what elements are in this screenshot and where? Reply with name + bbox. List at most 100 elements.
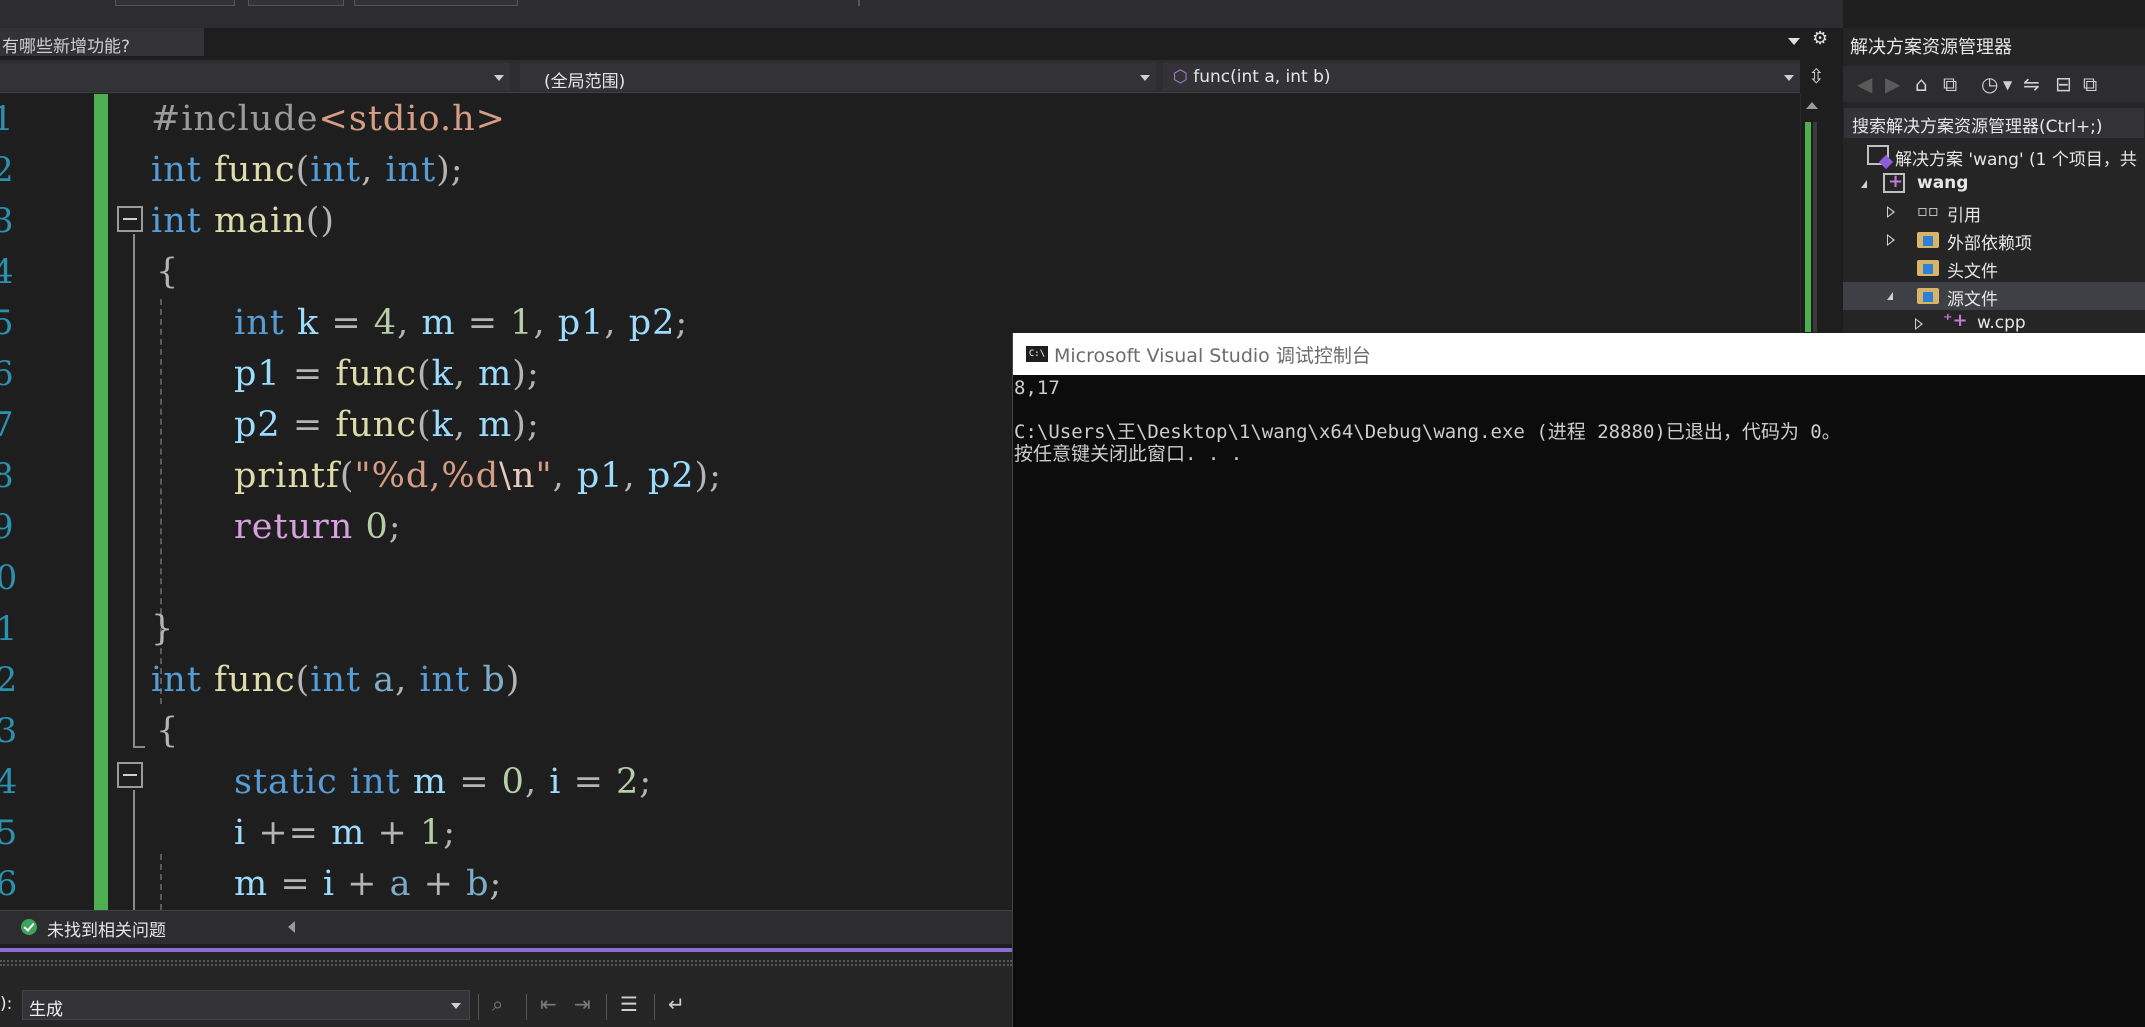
word-wrap-icon[interactable]: ↵ (668, 992, 685, 1016)
back-icon[interactable]: ◀ (1857, 72, 1872, 96)
solution-explorer-toolbar: ◀ ▶ ⌂ ⧉ ◷ ▼ ⇋ ⊟ ⧉ (1843, 66, 2145, 102)
code-token: ( (416, 405, 432, 445)
code-line[interactable]: { (156, 706, 179, 757)
chevron-down-icon[interactable] (1788, 38, 1800, 45)
code-token: ) (505, 660, 521, 700)
collapse-icon[interactable] (117, 762, 143, 788)
code-token: m (331, 813, 366, 853)
toolbar-button[interactable] (248, 0, 344, 6)
console-title-bar[interactable]: C:\ Microsoft Visual Studio 调试控制台 (1013, 333, 2145, 375)
collapse-icon[interactable] (117, 206, 143, 232)
switch-views-icon[interactable]: ⧉ (1943, 72, 1957, 96)
tree-item-label: 头文件 (1947, 262, 1998, 282)
scroll-up-icon[interactable] (1806, 102, 1818, 109)
code-token: func (213, 150, 296, 190)
expand-icon[interactable] (1887, 292, 1893, 300)
code-token: + (347, 864, 378, 904)
code-token: 0 (501, 762, 525, 802)
code-token: b (466, 864, 490, 904)
project-dropdown[interactable] (0, 63, 510, 91)
show-all-files-icon[interactable]: ⧉ (2083, 72, 2097, 96)
cpp-file-icon: ⁺+ (1943, 310, 1968, 331)
line-number: 3 (0, 201, 14, 241)
expand-icon[interactable] (1915, 318, 1923, 330)
tree-item-external-deps[interactable]: 外部依赖项 (1843, 226, 2145, 254)
expand-icon[interactable] (1861, 180, 1867, 188)
code-token: , (453, 405, 466, 445)
collapse-all-icon[interactable]: ⊟ (2055, 72, 2072, 96)
toolbar-button[interactable] (354, 0, 518, 6)
code-token: " (535, 456, 553, 496)
code-line[interactable]: int func(int, int); (151, 145, 464, 196)
code-token: 0 (365, 507, 389, 547)
code-line[interactable]: int k = 4, m = 1, p1, p2; (234, 298, 688, 349)
issues-status[interactable]: 未找到相关问题 (47, 916, 166, 941)
tree-item-header-files[interactable]: 头文件 (1843, 254, 2145, 282)
panel-grip[interactable] (0, 960, 1012, 966)
console-title: Microsoft Visual Studio 调试控制台 (1054, 345, 1371, 367)
split-window-icon[interactable]: ⇳ (1808, 64, 1825, 88)
code-token: int (151, 660, 202, 700)
tree-item-source-files[interactable]: 源文件 (1843, 282, 2145, 310)
code-line[interactable]: i += m + 1; (234, 808, 456, 859)
whats-new-search[interactable]: 有哪些新增功能? (0, 28, 204, 56)
line-number-gutter: 1 2 3 4 5 6 7 8 9 10 11 12 13 14 15 16 (0, 94, 60, 910)
output-source-value: 生成 (29, 1000, 63, 1020)
scroll-left-icon[interactable] (288, 921, 295, 933)
code-line[interactable]: p1 = func(k, m); (234, 349, 540, 400)
code-token: int (151, 150, 202, 190)
sync-icon[interactable]: ⇋ (2023, 72, 2040, 96)
code-token: int (349, 762, 401, 802)
clear-all-icon[interactable]: ☰ (620, 992, 638, 1016)
code-token: m (234, 864, 269, 904)
tree-item-file[interactable]: ⁺+ w.cpp (1843, 310, 2145, 333)
home-icon[interactable]: ⌂ (1915, 72, 1928, 96)
line-number: 4 (0, 252, 14, 292)
expand-icon[interactable] (1887, 206, 1895, 218)
code-line[interactable]: static int m = 0, i = 2; (234, 757, 652, 808)
scrollbar-thumb[interactable] (1813, 122, 1817, 332)
code-line[interactable]: } (151, 604, 174, 655)
code-line[interactable]: int func(int a, int b) (151, 655, 520, 706)
tree-item-solution[interactable]: 解决方案 'wang' (1 个项目，共 (1843, 142, 2145, 170)
output-source-select[interactable]: 生成 (22, 990, 470, 1020)
code-token: = (280, 864, 311, 904)
code-line[interactable]: int main() (151, 196, 335, 247)
tree-item-label: w.cpp (1977, 313, 2026, 333)
member-dropdown[interactable]: ⬡ func(int a, int b) (1163, 63, 1800, 91)
next-message-icon[interactable]: ⇥ (574, 992, 591, 1016)
code-line[interactable]: #include<stdio.h> (151, 94, 506, 145)
tree-item-references[interactable]: ▫▫ 引用 (1843, 198, 2145, 226)
solution-search-input[interactable]: 搜索解决方案资源管理器(Ctrl+;) (1844, 108, 2144, 138)
find-message-icon[interactable]: ⌕ (492, 992, 503, 1016)
toolbar-button[interactable] (115, 0, 235, 6)
code-token: + (377, 813, 408, 853)
code-token: = (331, 303, 362, 343)
code-line[interactable]: p2 = func(k, m); (234, 400, 540, 451)
code-line[interactable]: m = i + a + b; (234, 859, 502, 910)
code-token: b (482, 660, 506, 700)
code-token: int (310, 660, 362, 700)
code-token: i (549, 762, 562, 802)
forward-icon[interactable]: ▶ (1885, 72, 1900, 96)
code-token: i (322, 864, 336, 904)
code-token: = (292, 354, 324, 394)
code-token: } (151, 609, 175, 649)
code-token: p2 (628, 303, 676, 343)
gear-icon[interactable]: ⚙ (1812, 28, 1828, 49)
code-token: , (604, 303, 617, 343)
line-number: 13 (0, 711, 18, 751)
pending-changes-icon[interactable]: ◷ (1981, 72, 1998, 96)
code-token: ; (443, 813, 457, 853)
scope-dropdown[interactable]: (全局范围) (520, 63, 1156, 92)
code-line[interactable]: { (156, 247, 179, 298)
console-output-line: 按任意键关闭此窗口. . . (1014, 443, 1243, 465)
code-token: m (421, 303, 456, 343)
previous-message-icon[interactable]: ⇤ (540, 992, 557, 1016)
tree-item-project[interactable]: wang (1843, 170, 2145, 198)
code-line[interactable]: printf("%d,%d\n", p1, p2); (234, 451, 722, 502)
chevron-down-icon[interactable]: ▼ (2003, 78, 2012, 92)
expand-icon[interactable] (1887, 234, 1895, 246)
debug-console-window[interactable]: C:\ Microsoft Visual Studio 调试控制台 8,17 C… (1012, 333, 2145, 1027)
code-line[interactable]: return 0; (234, 502, 402, 553)
